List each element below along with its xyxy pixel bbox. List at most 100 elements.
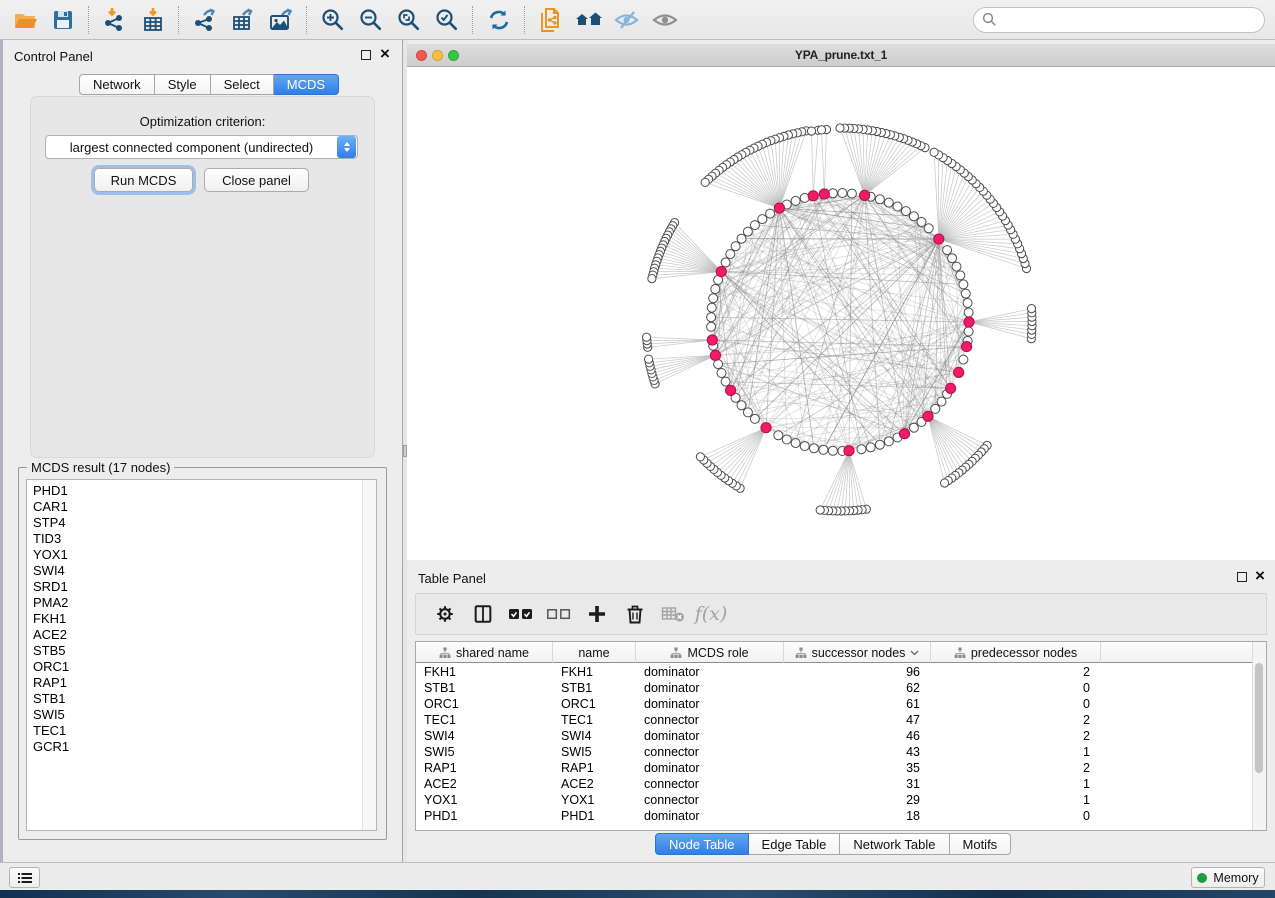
gear-icon[interactable] [428, 597, 462, 631]
column-header-successor-nodes[interactable]: successor nodes [784, 642, 931, 663]
result-list-scrollbar[interactable] [362, 480, 376, 830]
tab-network-table[interactable]: Network Table [840, 833, 949, 855]
export-network-icon[interactable] [186, 3, 224, 37]
table-row[interactable]: RAP1RAP1dominator352 [416, 760, 1266, 776]
table-row[interactable]: SWI4SWI4dominator462 [416, 728, 1266, 744]
table-panel: Table Panel × [407, 562, 1275, 862]
mcds-result-item[interactable]: SWI5 [27, 707, 362, 723]
search-box[interactable] [973, 7, 1265, 33]
cell: dominator [636, 760, 784, 776]
cell: ACE2 [553, 776, 636, 792]
mcds-result-item[interactable]: TEC1 [27, 723, 362, 739]
column-header-shared-name[interactable]: shared name [416, 642, 553, 663]
column-header-name[interactable]: name [553, 642, 636, 663]
panel-menu-button[interactable] [9, 867, 40, 888]
tab-edge-table[interactable]: Edge Table [749, 833, 841, 855]
table-row[interactable]: ACE2ACE2connector311 [416, 776, 1266, 792]
import-table-icon[interactable] [134, 3, 172, 37]
cell: 1 [931, 744, 1101, 760]
mcds-result-item[interactable]: SWI4 [27, 563, 362, 579]
cell: 1 [931, 776, 1101, 792]
table-row[interactable]: YOX1YOX1connector291 [416, 792, 1266, 808]
zoom-selected-icon[interactable] [428, 3, 466, 37]
mcds-result-item[interactable]: ACE2 [27, 627, 362, 643]
network-canvas[interactable] [407, 67, 1275, 560]
mcds-result-item[interactable]: STB5 [27, 643, 362, 659]
run-mcds-button[interactable]: Run MCDS [94, 168, 193, 192]
column-header-label: shared name [456, 646, 529, 660]
memory-label: Memory [1213, 871, 1258, 885]
mcds-result-item[interactable]: CAR1 [27, 499, 362, 515]
table-row[interactable]: PHD1PHD1dominator180 [416, 808, 1266, 824]
desktop-background [0, 890, 1275, 898]
zoom-fit-icon[interactable] [390, 3, 428, 37]
cell: dominator [636, 728, 784, 744]
mcds-result-item[interactable]: YOX1 [27, 547, 362, 563]
table-row[interactable]: TEC1TEC1connector472 [416, 712, 1266, 728]
refresh-icon[interactable] [480, 3, 518, 37]
column-namespace-icon [954, 647, 966, 659]
mcds-result-item[interactable]: RAP1 [27, 675, 362, 691]
first-neighbors-icon[interactable] [570, 3, 608, 37]
cell: SWI5 [553, 744, 636, 760]
export-image-icon[interactable] [262, 3, 300, 37]
mcds-result-item[interactable]: TID3 [27, 531, 362, 547]
toolbar-separator [306, 6, 308, 34]
cell: FKH1 [553, 664, 636, 680]
add-icon[interactable] [580, 597, 614, 631]
delete-icon[interactable] [618, 597, 652, 631]
network-view-title: YPA_prune.txt_1 [407, 48, 1275, 62]
tab-select[interactable]: Select [211, 74, 274, 95]
table-row[interactable]: SWI5SWI5connector431 [416, 744, 1266, 760]
scrollbar-thumb[interactable] [1255, 663, 1263, 773]
cell: connector [636, 792, 784, 808]
show-columns-icon[interactable] [466, 597, 500, 631]
mcds-result-item[interactable]: GCR1 [27, 739, 362, 755]
float-panel-icon[interactable] [361, 50, 371, 60]
zoom-in-icon[interactable] [314, 3, 352, 37]
close-panel-icon[interactable]: × [380, 44, 390, 64]
mcds-result-item[interactable]: STP4 [27, 515, 362, 531]
mcds-result-item[interactable]: PHD1 [27, 483, 362, 499]
cell: 47 [784, 712, 931, 728]
cell: dominator [636, 664, 784, 680]
float-panel-icon[interactable] [1237, 572, 1247, 582]
memory-button[interactable]: Memory [1191, 867, 1265, 888]
table-row[interactable]: FKH1FKH1dominator962 [416, 664, 1266, 680]
close-panel-icon[interactable]: × [1255, 566, 1265, 586]
open-session-icon[interactable] [6, 3, 44, 37]
clear-all-checks-icon[interactable] [542, 597, 576, 631]
close-panel-button[interactable]: Close panel [204, 168, 309, 192]
table-row[interactable]: ORC1ORC1dominator610 [416, 696, 1266, 712]
zoom-out-icon[interactable] [352, 3, 390, 37]
export-table-icon[interactable] [224, 3, 262, 37]
tab-style[interactable]: Style [155, 74, 211, 95]
network-view-titlebar[interactable]: YPA_prune.txt_1 [407, 44, 1275, 67]
mcds-result-item[interactable]: STB1 [27, 691, 362, 707]
duplicate-network-icon[interactable] [532, 3, 570, 37]
table-scrollbar[interactable] [1252, 642, 1266, 830]
tab-node-table[interactable]: Node Table [655, 833, 749, 855]
show-all-icon[interactable] [646, 3, 684, 37]
select-all-checks-icon[interactable] [504, 597, 538, 631]
criterion-select[interactable]: largest connected component (undirected) [45, 135, 358, 159]
tab-network[interactable]: Network [79, 74, 155, 95]
criterion-selected-value: largest connected component (undirected) [46, 140, 337, 155]
mcds-result-item[interactable]: SRD1 [27, 579, 362, 595]
mcds-result-item[interactable]: ORC1 [27, 659, 362, 675]
column-header-MCDS-role[interactable]: MCDS role [636, 642, 784, 663]
application-window: Control Panel × Network Style Select MCD… [0, 0, 1275, 898]
search-input[interactable] [1003, 11, 1256, 28]
hide-selected-icon[interactable] [608, 3, 646, 37]
network-graph[interactable] [407, 67, 1275, 560]
tab-motifs[interactable]: Motifs [950, 833, 1012, 855]
tab-mcds[interactable]: MCDS [274, 74, 339, 95]
import-network-icon[interactable] [96, 3, 134, 37]
mcds-result-item[interactable]: FKH1 [27, 611, 362, 627]
mcds-result-list[interactable]: PHD1CAR1STP4TID3YOX1SWI4SRD1PMA2FKH1ACE2… [26, 479, 377, 831]
table-row[interactable]: STB1STB1dominator620 [416, 680, 1266, 696]
mcds-result-item[interactable]: PMA2 [27, 595, 362, 611]
save-session-icon[interactable] [44, 3, 82, 37]
column-header-predecessor-nodes[interactable]: predecessor nodes [931, 642, 1101, 663]
cell: dominator [636, 808, 784, 824]
